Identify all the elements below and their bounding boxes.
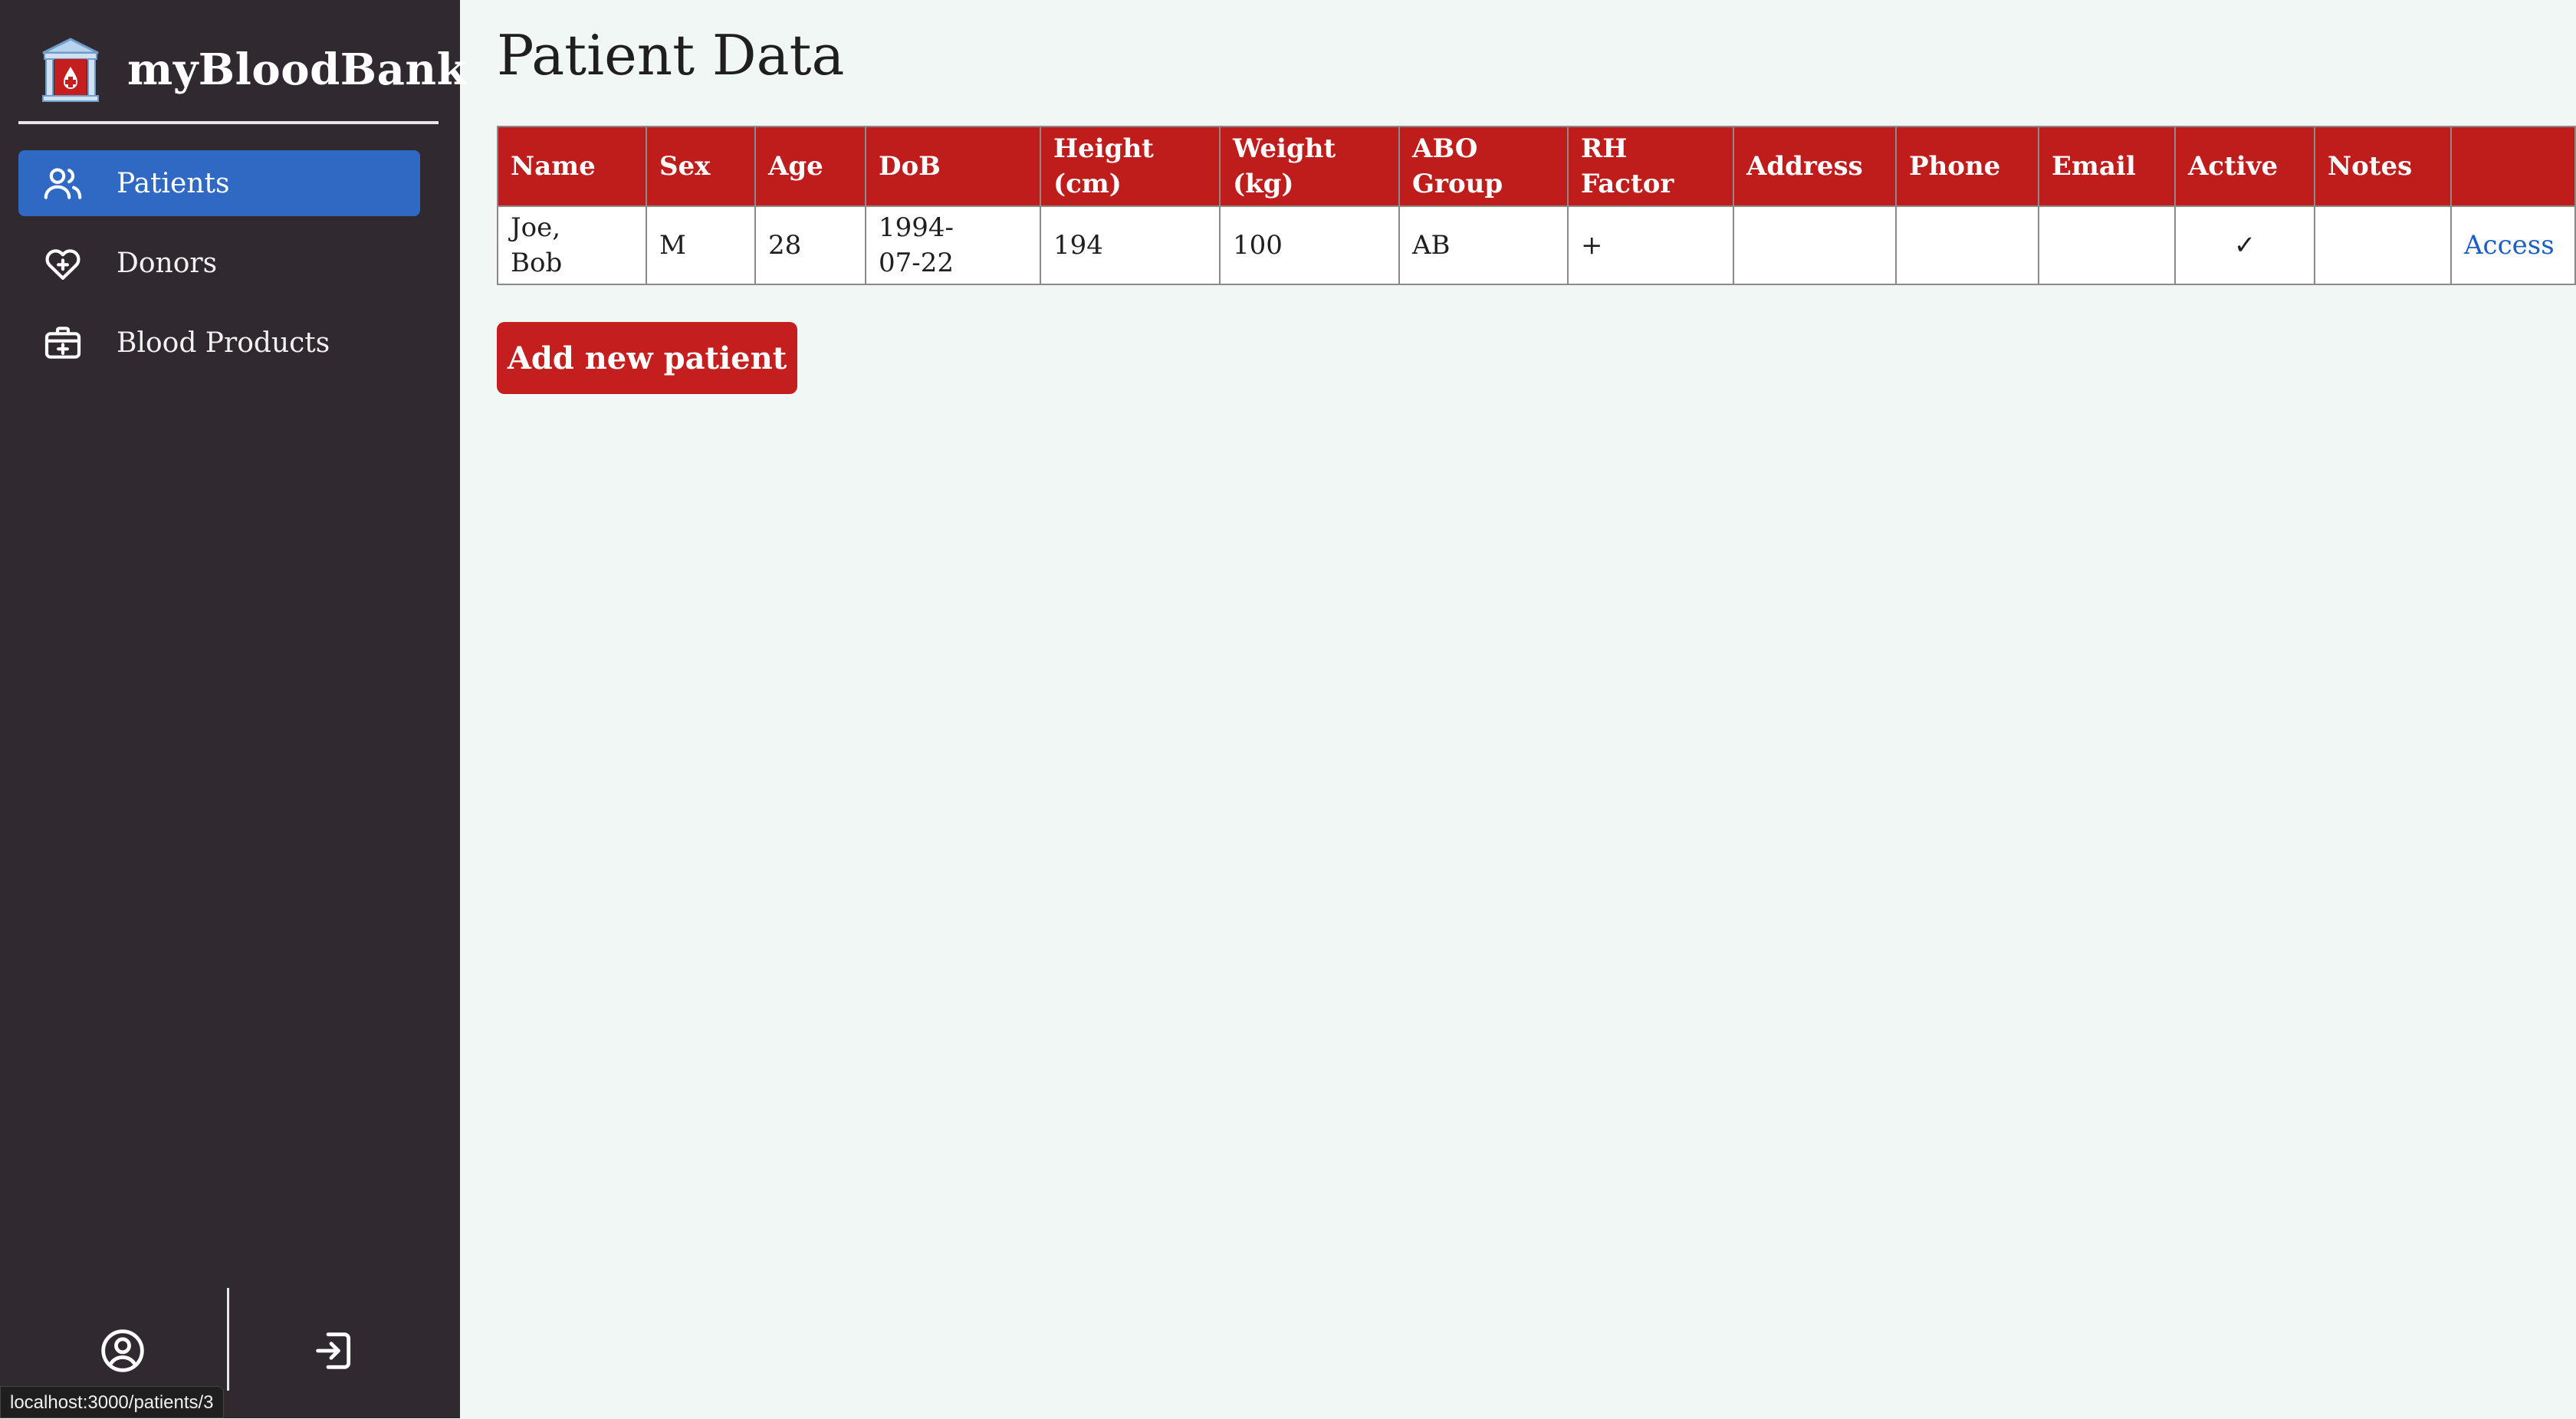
column-header-active: Active <box>2174 126 2315 207</box>
column-header-age: Age <box>754 126 866 207</box>
cell-age: 28 <box>754 205 866 285</box>
status-bar-url: localhost:3000/patients/3 <box>0 1386 224 1418</box>
cell-action: Access <box>2450 205 2576 285</box>
cell-weight: 100 <box>1219 205 1400 285</box>
column-header-notes: Notes <box>2314 126 2452 207</box>
medical-kit-icon <box>41 321 84 364</box>
main-content: Patient Data Name Sex Age DoB Height (cm)… <box>460 0 2576 1418</box>
sidebar-item-blood-products[interactable]: Blood Products <box>18 310 420 376</box>
sidebar-item-donors[interactable]: Donors <box>18 230 420 296</box>
user-circle-icon <box>98 1326 147 1378</box>
cell-sex: M <box>646 205 756 285</box>
table-header-row: Name Sex Age DoB Height (cm) Weight (kg) A… <box>497 126 2576 207</box>
app-title: myBloodBank <box>127 44 467 95</box>
sidebar-nav: Patients Donors Blood Products <box>18 150 420 389</box>
footer-divider <box>227 1288 229 1391</box>
column-header-name: Name <box>497 126 647 207</box>
sidebar: myBloodBank Patients Donors Blood Produc… <box>0 0 466 1418</box>
column-header-address: Address <box>1733 126 1897 207</box>
cell-email <box>2038 205 2176 285</box>
page-title: Patient Data <box>497 23 845 87</box>
add-new-patient-button[interactable]: Add new patient <box>497 322 797 394</box>
patients-table: Name Sex Age DoB Height (cm) Weight (kg) A… <box>497 126 2576 285</box>
sidebar-item-patients[interactable]: Patients <box>18 150 420 216</box>
column-header-abo-group: ABO Group <box>1398 126 1569 207</box>
logout-icon <box>310 1326 359 1378</box>
users-icon <box>41 162 84 205</box>
heart-plus-icon <box>41 241 84 284</box>
profile-button[interactable] <box>97 1326 149 1378</box>
sidebar-item-label: Patients <box>117 167 230 199</box>
sidebar-item-label: Donors <box>117 247 218 279</box>
cell-rh-factor: + <box>1567 205 1734 285</box>
column-header-rh-factor: RH Factor <box>1567 126 1734 207</box>
brand-header[interactable]: myBloodBank <box>18 18 466 124</box>
cell-phone <box>1895 205 2039 285</box>
column-header-weight: Weight (kg) <box>1219 126 1400 207</box>
sidebar-item-label: Blood Products <box>117 327 330 359</box>
column-header-phone: Phone <box>1895 126 2039 207</box>
table-row: Joe, Bob M 28 1994- 07-22 194 100 AB + ✓ A… <box>497 205 2576 285</box>
cell-name: Joe, Bob <box>497 205 647 285</box>
blood-bank-logo-icon <box>35 34 106 105</box>
cell-height: 194 <box>1040 205 1221 285</box>
column-header-email: Email <box>2038 126 2176 207</box>
column-header-height: Height (cm) <box>1040 126 1221 207</box>
access-link[interactable]: Access <box>2464 230 2555 261</box>
column-header-sex: Sex <box>646 126 756 207</box>
column-header-dob: DoB <box>865 126 1041 207</box>
cell-address <box>1733 205 1897 285</box>
cell-notes <box>2314 205 2452 285</box>
logout-button[interactable] <box>308 1326 360 1378</box>
cell-dob: 1994- 07-22 <box>865 205 1041 285</box>
cell-active-checkmark: ✓ <box>2174 205 2315 285</box>
cell-abo-group: AB <box>1398 205 1569 285</box>
column-header-action <box>2450 126 2576 207</box>
